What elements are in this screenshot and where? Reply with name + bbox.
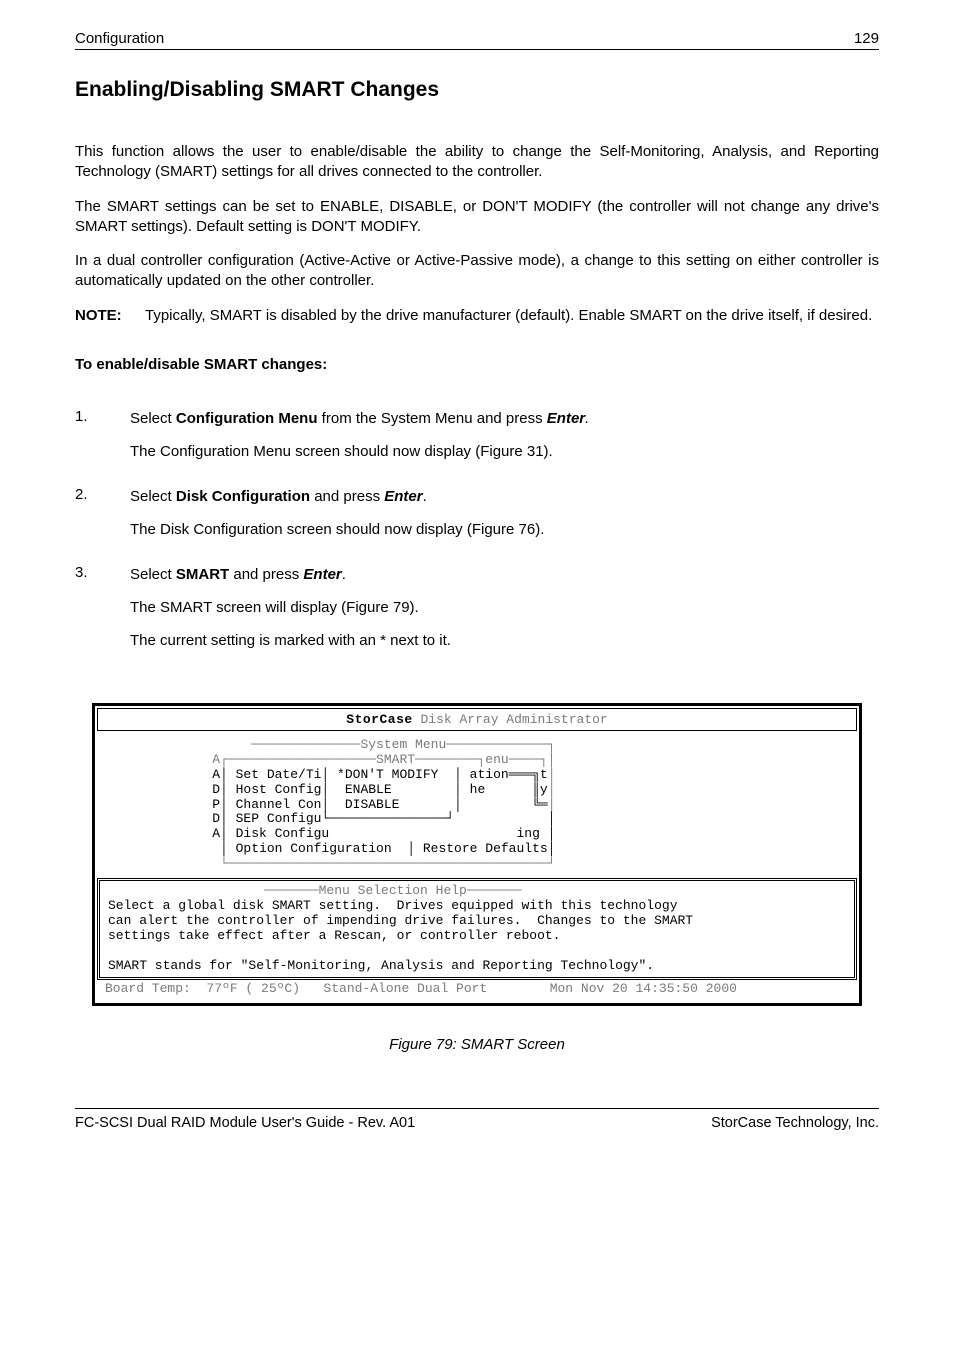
- step-number: 3.: [75, 564, 130, 663]
- terminal-title-bar: StorCase Disk Array Administrator: [97, 708, 857, 731]
- procedure-heading: To enable/disable SMART changes:: [75, 356, 879, 373]
- footer-right: StorCase Technology, Inc.: [711, 1115, 879, 1131]
- header-right: 129: [854, 30, 879, 47]
- terminal-footer: Board Temp: 77ºF ( 25ºC) Stand-Alone Dua…: [97, 980, 857, 1001]
- header-left: Configuration: [75, 30, 164, 47]
- step-number: 2.: [75, 486, 130, 552]
- step-lead: Select SMART and press Enter.: [130, 564, 451, 585]
- step-1: 1. Select Configuration Menu from the Sy…: [75, 408, 879, 474]
- footer-left: FC-SCSI Dual RAID Module User's Guide - …: [75, 1115, 415, 1131]
- step-followup-2: The current setting is marked with an * …: [130, 630, 451, 651]
- terminal-title-strong: StorCase: [346, 712, 412, 727]
- note-text: Typically, SMART is disabled by the driv…: [145, 306, 879, 326]
- paragraph-3: In a dual controller configuration (Acti…: [75, 251, 879, 292]
- paragraph-2: The SMART settings can be set to ENABLE,…: [75, 197, 879, 238]
- paragraph-1: This function allows the user to enable/…: [75, 142, 879, 183]
- figure-caption: Figure 79: SMART Screen: [75, 1036, 879, 1053]
- terminal-screenshot: StorCase Disk Array Administrator ──────…: [92, 703, 862, 1006]
- page-title: Enabling/Disabling SMART Changes: [75, 78, 879, 102]
- step-2: 2. Select Disk Configuration and press E…: [75, 486, 879, 552]
- step-followup: The Disk Configuration screen should now…: [130, 519, 544, 540]
- step-lead: Select Disk Configuration and press Ente…: [130, 486, 544, 507]
- note-label: NOTE:: [75, 306, 145, 326]
- steps-list: 1. Select Configuration Menu from the Sy…: [75, 408, 879, 663]
- step-lead: Select Configuration Menu from the Syste…: [130, 408, 589, 429]
- page-footer: FC-SCSI Dual RAID Module User's Guide - …: [75, 1108, 879, 1131]
- step-3: 3. Select SMART and press Enter. The SMA…: [75, 564, 879, 663]
- terminal-title-rest: Disk Array Administrator: [413, 712, 608, 727]
- terminal-body: ──────────────System Menu─────────────┐ …: [97, 734, 857, 874]
- step-followup: The SMART screen will display (Figure 79…: [130, 597, 451, 618]
- page-header: Configuration 129: [75, 30, 879, 50]
- step-number: 1.: [75, 408, 130, 474]
- step-followup: The Configuration Menu screen should now…: [130, 441, 589, 462]
- terminal-help: ───────Menu Selection Help─────── Select…: [97, 878, 857, 980]
- note-block: NOTE: Typically, SMART is disabled by th…: [75, 306, 879, 326]
